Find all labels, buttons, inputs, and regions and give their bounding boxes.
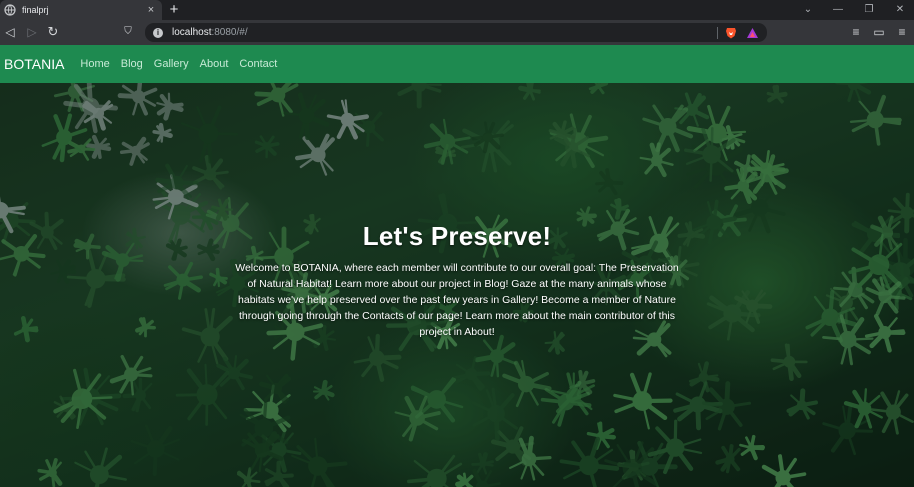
- forward-icon[interactable]: ▷: [24, 24, 40, 40]
- brave-rewards-icon[interactable]: [746, 27, 759, 39]
- hero-title: Let's Preserve!: [362, 221, 552, 251]
- tab-title: finalprj: [22, 5, 49, 15]
- info-icon[interactable]: i: [153, 27, 163, 38]
- close-window-button[interactable]: ✕: [888, 2, 912, 18]
- nav-link-gallery[interactable]: Gallery: [154, 58, 189, 70]
- omnibox-divider: [717, 26, 718, 39]
- wallet-icon[interactable]: ▭: [871, 24, 887, 40]
- minimize-button[interactable]: —: [826, 2, 850, 18]
- tab-search-icon[interactable]: ⌄: [796, 2, 820, 18]
- nav-link-home[interactable]: Home: [80, 58, 109, 70]
- nav-link-blog[interactable]: Blog: [121, 58, 143, 70]
- browser-toolbar: ◁ ▷ ↻ ⛉ i localhost:8080/#/ ≡ ▭ ≡: [0, 20, 914, 45]
- restore-button[interactable]: ❐: [857, 2, 881, 18]
- menu-icon[interactable]: ≡: [894, 24, 910, 40]
- tab-strip: finalprj × + ⌄ — ❐ ✕: [0, 0, 914, 20]
- web-page: BOTANIA Home Blog Gallery About Contact …: [0, 45, 914, 487]
- url-text[interactable]: localhost:8080/#/: [172, 27, 717, 38]
- playlist-icon[interactable]: ≡: [848, 24, 864, 40]
- nav-link-contact[interactable]: Contact: [239, 58, 277, 70]
- address-bar[interactable]: i localhost:8080/#/: [145, 23, 767, 42]
- hero-description: Welcome to BOTANIA, where each member wi…: [235, 262, 679, 338]
- new-tab-button[interactable]: +: [166, 1, 182, 19]
- bookmark-icon[interactable]: ⛉: [120, 24, 136, 40]
- reload-icon[interactable]: ↻: [45, 24, 61, 40]
- back-icon[interactable]: ◁: [2, 24, 18, 40]
- hero-section: Let's Preserve! Welcome to BOTANIA, wher…: [0, 83, 914, 487]
- globe-icon: [4, 4, 16, 16]
- site-navbar: BOTANIA Home Blog Gallery About Contact: [0, 45, 914, 83]
- nav-link-about[interactable]: About: [200, 58, 229, 70]
- browser-tab[interactable]: finalprj ×: [0, 0, 162, 20]
- brave-shields-icon[interactable]: [725, 27, 737, 39]
- hero-content: Let's Preserve! Welcome to BOTANIA, wher…: [222, 221, 692, 340]
- brand-logo[interactable]: BOTANIA: [4, 56, 64, 72]
- close-tab-icon[interactable]: ×: [144, 3, 158, 17]
